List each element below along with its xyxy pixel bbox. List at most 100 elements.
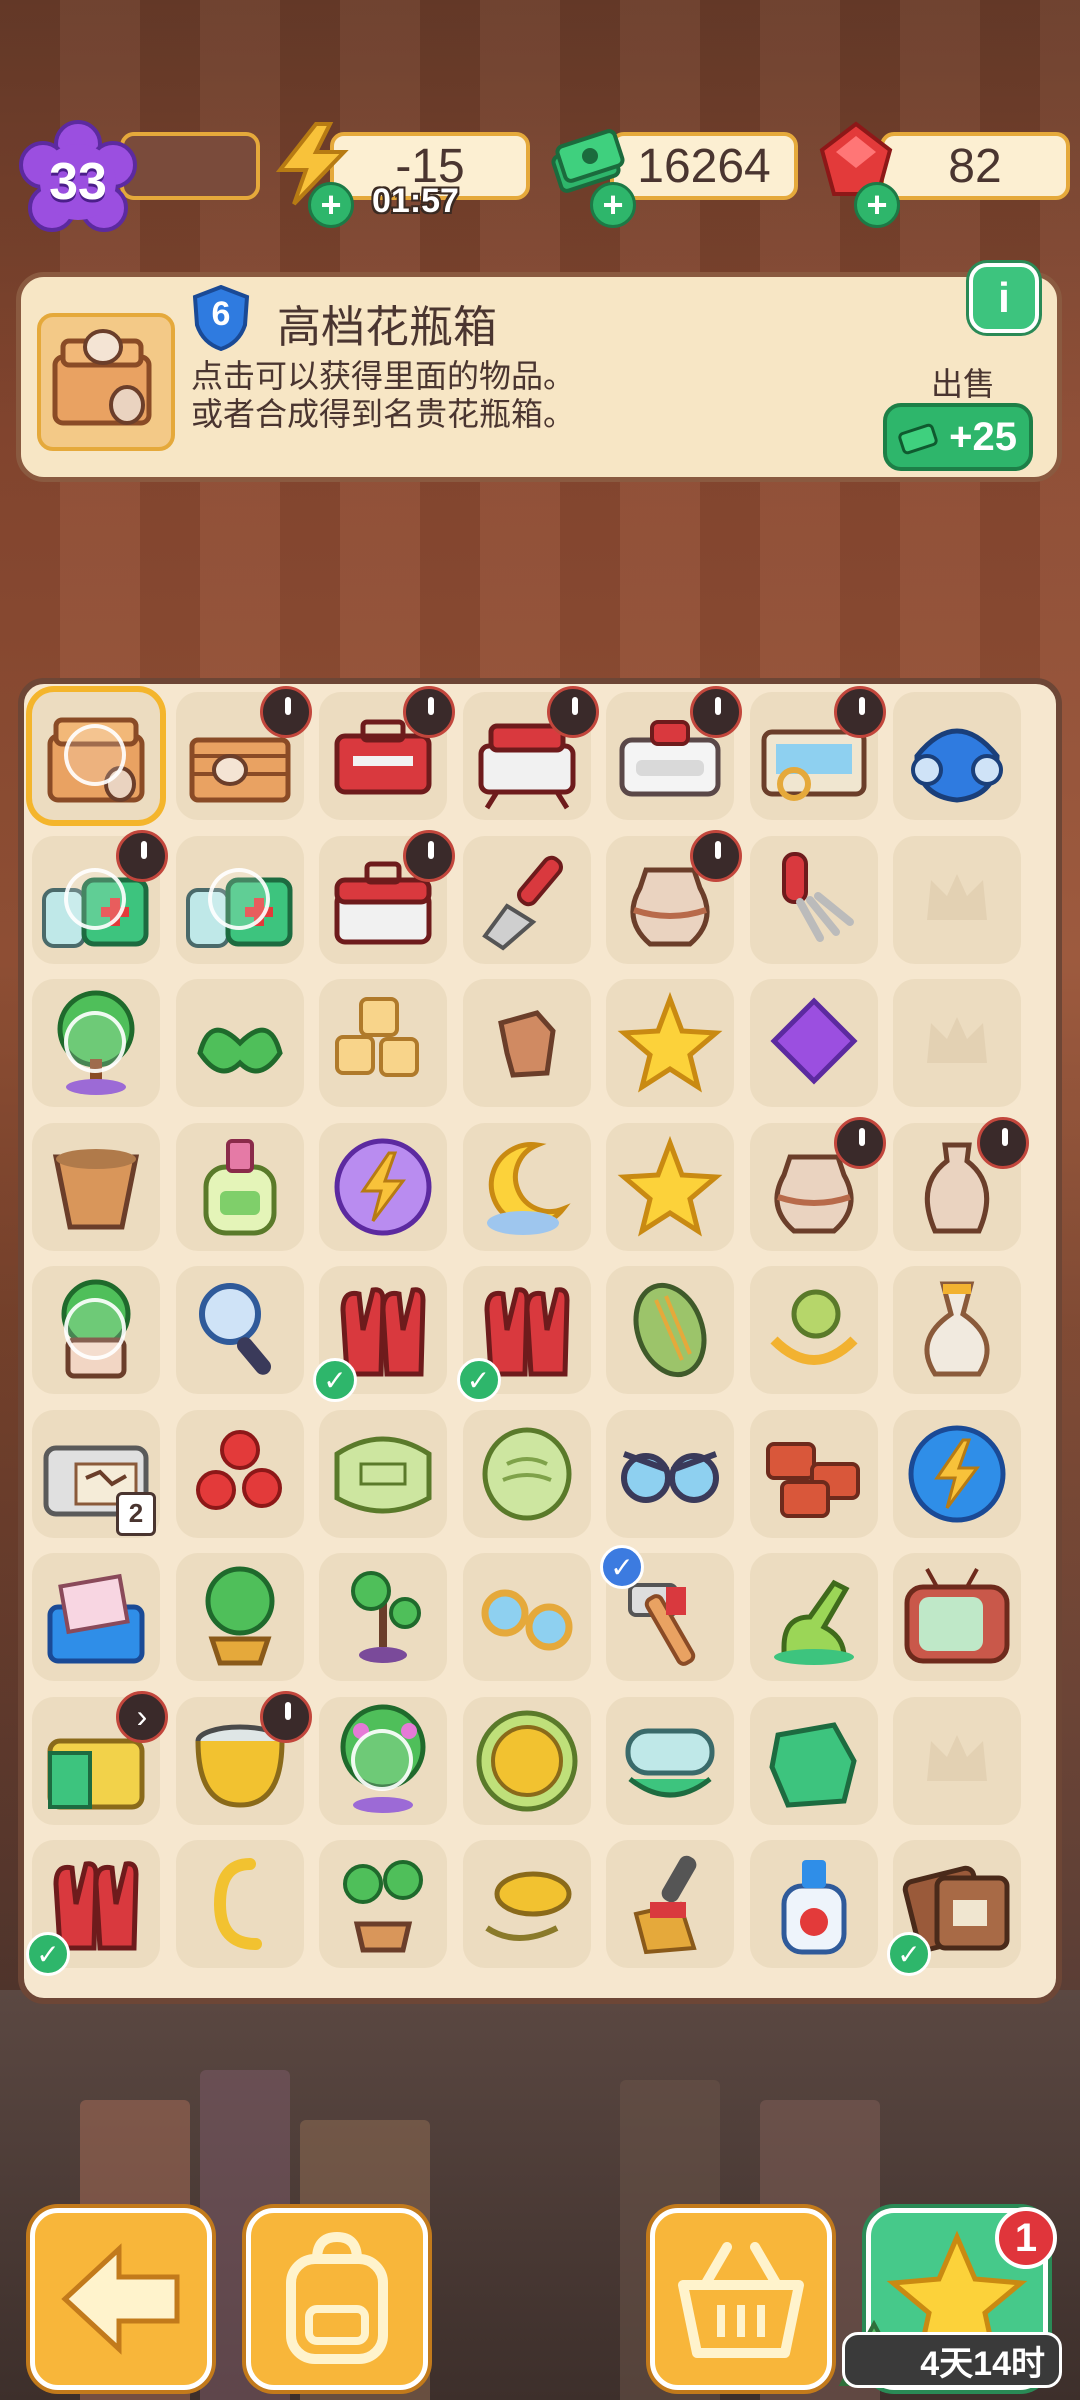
board-cell-melon-slice[interactable] bbox=[462, 1409, 591, 1538]
level-badge[interactable]: 33 bbox=[16, 120, 140, 244]
board-cell-spray-bottle[interactable] bbox=[749, 1840, 878, 1968]
cash-counter[interactable]: 16264 bbox=[610, 132, 798, 200]
timer-badge-icon bbox=[690, 686, 742, 738]
board-cell-red-toolbox[interactable] bbox=[319, 686, 455, 820]
board-cell-magic-tree-large[interactable] bbox=[319, 1696, 447, 1825]
add-energy-button[interactable]: + bbox=[308, 182, 354, 228]
sell-button[interactable]: +25 bbox=[883, 403, 1033, 471]
board-cell-energy-coin[interactable] bbox=[893, 1409, 1021, 1538]
board-cell-green-leaf[interactable] bbox=[175, 979, 304, 1107]
elephant-coin-icon bbox=[476, 1710, 577, 1811]
board-cell-star[interactable] bbox=[606, 979, 734, 1107]
backpack-button[interactable] bbox=[246, 2208, 428, 2390]
gold-glasses-icon bbox=[481, 1589, 572, 1651]
board-cell-green-bag[interactable]: › bbox=[32, 1690, 168, 1825]
board-cell-woven-mat[interactable] bbox=[606, 1266, 734, 1394]
board-cell-retro-tv[interactable] bbox=[893, 1553, 1021, 1681]
board-cell-lotion-bottle[interactable] bbox=[175, 1122, 304, 1251]
board-cell-brush[interactable] bbox=[606, 1840, 734, 1968]
board-cell-hand-rake[interactable] bbox=[749, 835, 878, 964]
hand-rake-icon bbox=[781, 851, 854, 942]
board-cell-magic-tree[interactable] bbox=[32, 979, 160, 1107]
board-cell-potted-plant[interactable] bbox=[32, 1266, 160, 1394]
board-cell-sugar-cubes[interactable] bbox=[319, 979, 447, 1107]
board-cell-red-gloves[interactable]: ✓ bbox=[313, 1266, 447, 1402]
level-number: 33 bbox=[49, 153, 107, 211]
board-cell-clay-pot[interactable] bbox=[749, 1116, 886, 1251]
board-cell-first-aid-bottles[interactable] bbox=[32, 829, 168, 964]
board-cell-stone-tablet[interactable] bbox=[319, 1409, 447, 1538]
board-cell-goggles[interactable] bbox=[606, 1696, 734, 1825]
spray-bottle-icon bbox=[781, 1860, 846, 1955]
board-cell-energy-orb[interactable] bbox=[319, 1122, 447, 1251]
board-cell-respirator-mask[interactable] bbox=[893, 692, 1021, 820]
timer-badge-icon bbox=[259, 686, 312, 738]
board-cell-first-aid-bottles[interactable] bbox=[175, 835, 304, 964]
gem-counter[interactable]: 82 bbox=[880, 132, 1070, 200]
board-cell-red-case[interactable] bbox=[319, 829, 455, 964]
board-cell-bonsai[interactable] bbox=[175, 1553, 304, 1681]
board-cell-red-gems[interactable] bbox=[175, 1409, 304, 1538]
board-cell-red-gloves[interactable]: ✓ bbox=[26, 1840, 160, 1976]
board-cell-gold-lid[interactable] bbox=[462, 1840, 591, 1968]
board-cell-green-vacuum[interactable] bbox=[749, 1553, 878, 1681]
green-leaf-icon bbox=[196, 1027, 283, 1074]
add-cash-button[interactable]: + bbox=[590, 182, 636, 228]
board-cell-gold-vase[interactable] bbox=[893, 1266, 1021, 1394]
timer-badge-icon bbox=[546, 686, 599, 738]
bubble-icon bbox=[64, 1011, 126, 1073]
board-cell-sunglasses[interactable] bbox=[606, 1409, 734, 1538]
board-cell-red-toolbox-open[interactable] bbox=[462, 686, 599, 820]
board-cell-flower-pot[interactable] bbox=[32, 1122, 160, 1251]
board-cell-map-printer[interactable]: 2 bbox=[32, 1409, 160, 1538]
yellow-clasp-icon bbox=[769, 1289, 858, 1365]
board-cell-red-bricks[interactable] bbox=[749, 1409, 878, 1538]
basket-icon bbox=[678, 2242, 804, 2358]
respirator-mask-icon bbox=[911, 728, 1003, 803]
gold-hook-icon bbox=[213, 1858, 262, 1950]
board-cell-yellow-clasp[interactable] bbox=[749, 1266, 878, 1394]
board-cell-purple-gem[interactable] bbox=[749, 979, 878, 1107]
backpack-icon bbox=[286, 2231, 388, 2364]
retro-tv-icon bbox=[904, 1568, 1010, 1664]
board-cell-green-cloth[interactable] bbox=[749, 1696, 878, 1825]
board-cell-wooden-crate[interactable] bbox=[175, 686, 312, 820]
red-bricks-icon bbox=[765, 1441, 860, 1518]
item-info-panel: 6 高档花瓶箱 点击可以获得里面的物品。 或者合成得到名贵花瓶箱。 i 出售 +… bbox=[16, 263, 1062, 482]
board-cell-small-sprout[interactable] bbox=[319, 1553, 447, 1681]
board-cell-vase[interactable] bbox=[893, 1116, 1029, 1251]
back-button[interactable] bbox=[30, 2208, 212, 2390]
board-cell-clay-pot[interactable] bbox=[606, 829, 742, 964]
board-cell-moon-cloud[interactable] bbox=[462, 1122, 591, 1251]
board-cell-elephant-coin[interactable] bbox=[462, 1696, 591, 1825]
board-cell-vase-crate[interactable] bbox=[32, 692, 160, 820]
board-cell-star[interactable] bbox=[606, 1122, 734, 1251]
timer-badge-icon bbox=[403, 686, 455, 738]
check-badge-icon: ✓ bbox=[456, 1358, 501, 1402]
board-cell-gold-glasses[interactable] bbox=[462, 1553, 591, 1681]
check-badge-icon: ✓ bbox=[313, 1358, 357, 1402]
board-cell-pottery-shard[interactable] bbox=[462, 979, 591, 1107]
board-cell-red-gloves[interactable]: ✓ bbox=[456, 1266, 591, 1402]
board-cell-letter-envelope[interactable] bbox=[32, 1553, 160, 1681]
board-cell-trowel[interactable] bbox=[462, 835, 591, 964]
info-button[interactable]: i bbox=[969, 263, 1039, 333]
board-cell-gold-hook[interactable] bbox=[175, 1840, 304, 1968]
board-cell-hammer-tool[interactable]: ✓ bbox=[600, 1545, 734, 1681]
magnifier-icon bbox=[198, 1283, 271, 1375]
green-cloth-icon bbox=[768, 1721, 857, 1808]
lotion-bottle-icon bbox=[203, 1138, 276, 1235]
board-cell-white-toolbox[interactable] bbox=[606, 686, 742, 820]
shop-basket-button[interactable] bbox=[650, 2208, 832, 2390]
item-description-line-1: 点击可以获得里面的物品。 bbox=[191, 358, 576, 394]
green-vacuum-icon bbox=[773, 1579, 854, 1665]
add-gems-button[interactable]: + bbox=[854, 182, 900, 228]
board-cell-cauldron[interactable] bbox=[175, 1690, 312, 1825]
board-cell-leather-wallet[interactable]: ✓ bbox=[887, 1840, 1021, 1976]
gold-lid-icon bbox=[484, 1871, 571, 1941]
board-cell-empty bbox=[893, 1696, 1021, 1825]
board-cell-archaeology-kit[interactable] bbox=[749, 686, 886, 820]
board-cell-sapling[interactable] bbox=[319, 1840, 447, 1968]
board-cell-magnifier[interactable] bbox=[175, 1266, 304, 1394]
goggles-icon bbox=[625, 1728, 715, 1797]
